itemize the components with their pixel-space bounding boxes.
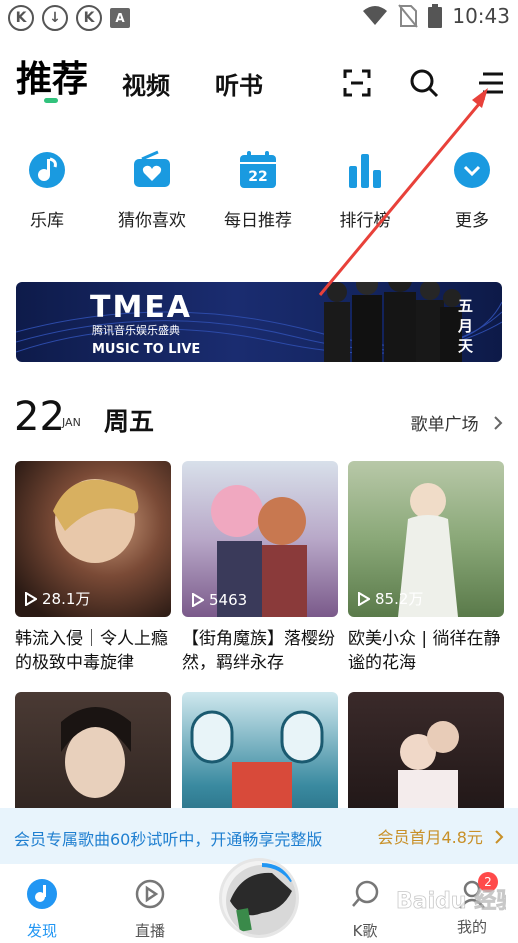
no-sim-icon xyxy=(398,4,419,28)
k-circle-icon: K xyxy=(76,5,102,31)
date-row: 22 JAN 周五 歌单广场 xyxy=(0,394,518,440)
playlist-cover: 5463 xyxy=(182,461,338,617)
date-weekday: 周五 xyxy=(104,407,155,436)
battery-icon xyxy=(428,4,443,28)
status-left-icons: K ↓ K A xyxy=(8,5,130,31)
banner-logo: TMEA xyxy=(90,290,193,325)
playlist-cover: 85.2万 xyxy=(348,461,504,617)
download-circle-icon: ↓ xyxy=(42,5,68,31)
quick-item-daily-picks[interactable]: 22 每日推荐 xyxy=(208,150,308,231)
status-time: 10:43 xyxy=(452,4,510,28)
wifi-icon xyxy=(363,6,388,25)
tab-recommend[interactable]: 推荐 xyxy=(16,50,88,102)
play-count-value: 5463 xyxy=(209,591,248,609)
nav-karaoke[interactable]: K歌 xyxy=(335,878,395,941)
status-right: 10:43 xyxy=(362,4,510,28)
playlist-title: 韩流入侵｜令人上瘾的极致中毒旋律 xyxy=(15,629,168,673)
radio-heart-icon xyxy=(134,150,170,187)
banner-tagline: MUSIC TO LIVE xyxy=(92,342,201,357)
k-circle-icon: K xyxy=(8,5,34,31)
play-count: 28.1万 xyxy=(25,588,90,609)
nav-label-live: 直播 xyxy=(134,922,165,940)
calendar-icon: 22 xyxy=(240,151,276,188)
quick-menu: 乐库 猜你喜欢 22 每日推荐 排行榜 更多 xyxy=(0,150,518,240)
play-count: 85.2万 xyxy=(358,588,423,609)
vip-promo-bar[interactable]: 会员专属歌曲60秒试听中，开通畅享完整版 会员首月4.8元 xyxy=(0,808,518,864)
promo-button-label: 会员首月4.8元 xyxy=(377,828,483,847)
nav-label-discover: 发现 xyxy=(26,922,57,940)
playlist-square-link[interactable]: 歌单广场 xyxy=(411,410,504,435)
quick-item-guess-you-like[interactable]: 猜你喜欢 xyxy=(102,150,202,231)
playlist-title: 【街角魔族】落樱纷然，羁绊永存 xyxy=(182,629,335,673)
live-play-icon xyxy=(135,879,165,909)
nav-label-karaoke: K歌 xyxy=(352,922,378,940)
chevron-right-icon xyxy=(494,416,503,430)
playlist-square-label: 歌单广场 xyxy=(410,415,479,435)
nav-live[interactable]: 直播 xyxy=(120,878,180,941)
play-count: 5463 xyxy=(192,591,247,609)
album-disc-icon xyxy=(226,862,296,935)
a-square-icon: A xyxy=(110,8,130,28)
promo-text: 会员专属歌曲60秒试听中，开通畅享完整版 xyxy=(14,830,323,849)
tab-video[interactable]: 视频 xyxy=(122,66,170,101)
playlist-card[interactable]: 28.1万 韩流入侵｜令人上瘾的极致中毒旋律 xyxy=(15,461,171,675)
quick-item-library[interactable]: 乐库 xyxy=(0,150,97,231)
quick-label-library: 乐库 xyxy=(30,211,64,231)
playlist-card[interactable]: 85.2万 欧美小众 | 徜徉在静谧的花海 xyxy=(348,461,504,675)
playlist-card[interactable]: 5463 【街角魔族】落樱纷然，羁绊永存 xyxy=(182,461,338,675)
scan-icon[interactable] xyxy=(342,68,372,98)
nav-discover[interactable]: 发现 xyxy=(12,878,72,941)
banner-side-text: 五月天 xyxy=(458,297,474,355)
tab-audiobook[interactable]: 听书 xyxy=(215,66,263,101)
playlist-title: 欧美小众 | 徜徉在静谧的花海 xyxy=(348,629,501,673)
promo-button[interactable]: 会员首月4.8元 xyxy=(377,824,504,848)
play-count-value: 28.1万 xyxy=(42,590,91,608)
search-icon[interactable] xyxy=(409,68,439,98)
mini-player-disc[interactable] xyxy=(219,858,299,938)
quick-label-more: 更多 xyxy=(455,211,489,231)
promo-banner[interactable]: TMEA 腾讯音乐娱乐盛典 MUSIC TO LIVE 五月天 xyxy=(16,282,502,362)
discover-icon xyxy=(27,879,57,909)
bar-chart-icon xyxy=(349,154,381,188)
active-tab-indicator xyxy=(44,98,58,103)
menu-icon[interactable] xyxy=(477,68,507,98)
baidu-watermark: Baidu 经验 xyxy=(396,888,506,915)
date-month: JAN xyxy=(62,416,81,429)
quick-item-more[interactable]: 更多 xyxy=(422,150,518,231)
play-icon xyxy=(25,591,37,606)
banner-subtitle: 腾讯音乐娱乐盛典 xyxy=(92,324,180,337)
chevron-down-circle-icon xyxy=(454,152,490,188)
play-icon xyxy=(358,591,370,606)
quick-item-charts[interactable]: 排行榜 xyxy=(315,150,415,231)
watermark-text: Baidu 经验 xyxy=(396,888,506,914)
top-header: 推荐 视频 听书 xyxy=(0,48,518,108)
play-count-value: 85.2万 xyxy=(375,590,424,608)
karaoke-icon xyxy=(352,880,379,907)
music-note-icon xyxy=(29,152,65,188)
play-icon xyxy=(192,593,204,607)
chevron-right-icon xyxy=(495,830,504,844)
quick-label-charts: 排行榜 xyxy=(339,211,391,231)
playlist-cover: 28.1万 xyxy=(15,461,171,617)
status-bar: K ↓ K A 10:43 xyxy=(0,0,518,36)
quick-label-daily-picks: 每日推荐 xyxy=(224,211,292,231)
quick-label-guess-you-like: 猜你喜欢 xyxy=(118,211,186,231)
calendar-day-text: 22 xyxy=(248,169,267,185)
date-day-number: 22 xyxy=(14,394,65,440)
band-photo xyxy=(324,282,462,362)
